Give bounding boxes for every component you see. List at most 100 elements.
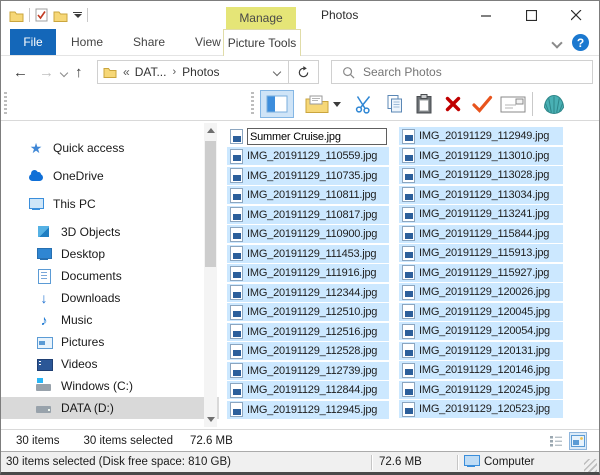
sidebar-item-quick-access[interactable]: Quick access xyxy=(1,137,219,159)
sidebar-item-label: Windows (C:) xyxy=(61,379,134,393)
file-item[interactable]: IMG_20191129_111916.jpg xyxy=(227,264,389,282)
breadcrumb-parent[interactable]: DAT... xyxy=(135,65,167,79)
breadcrumb-collapsed[interactable]: « xyxy=(123,65,130,79)
file-item[interactable]: IMG_20191129_110811.jpg xyxy=(227,186,389,204)
tab-home[interactable]: Home xyxy=(56,29,118,55)
check-button[interactable] xyxy=(467,90,497,118)
tab-share[interactable]: Share xyxy=(118,29,180,55)
sidebar-item-downloads[interactable]: Downloads xyxy=(1,287,219,309)
back-button[interactable]: ← xyxy=(13,65,28,80)
help-button[interactable]: ? xyxy=(572,34,589,51)
sidebar-item-onedrive[interactable]: OneDrive xyxy=(1,165,219,187)
sidebar-item-pictures[interactable]: Pictures xyxy=(1,331,219,353)
sidebar-item-music[interactable]: Music xyxy=(1,309,219,331)
file-item[interactable]: IMG_20191129_111453.jpg xyxy=(227,244,389,263)
file-item[interactable]: IMG_20191129_120045.jpg xyxy=(399,302,563,321)
resize-grip[interactable] xyxy=(584,459,597,472)
sidebar-item-desktop[interactable]: Desktop xyxy=(1,243,219,265)
navigation-pane-toggle-button[interactable] xyxy=(260,90,294,118)
new-folder-icon[interactable] xyxy=(53,9,68,22)
file-item[interactable]: IMG_20191129_113241.jpg xyxy=(399,205,563,223)
sidebar-item-3d-objects[interactable]: 3D Objects xyxy=(1,221,219,243)
new-folder-dropdown-icon[interactable] xyxy=(333,101,341,107)
file-item[interactable]: IMG_20191129_110559.jpg xyxy=(227,147,389,165)
file-item[interactable]: IMG_20191129_115844.jpg xyxy=(399,224,563,243)
image-file-icon xyxy=(230,207,243,222)
search-box[interactable]: Search Photos xyxy=(331,60,593,84)
file-item[interactable]: IMG_20191129_112510.jpg xyxy=(227,303,389,321)
image-file-icon xyxy=(230,285,243,300)
sidebar-item-this-pc[interactable]: This PC xyxy=(1,193,219,215)
delete-button[interactable] xyxy=(440,90,466,118)
classic-shell-button[interactable] xyxy=(538,90,570,118)
sidebar-item-data-d[interactable]: DATA (D:) xyxy=(1,397,219,419)
email-button[interactable] xyxy=(496,90,530,118)
sidebar-item-windows-c[interactable]: Windows (C:) xyxy=(1,375,219,397)
toolbar-drag-handle[interactable] xyxy=(4,92,7,116)
file-item[interactable]: IMG_20191129_120245.jpg xyxy=(399,380,563,399)
file-item[interactable]: IMG_20191129_110900.jpg xyxy=(227,225,389,243)
image-file-icon xyxy=(230,343,243,359)
forward-button[interactable]: → xyxy=(39,65,54,80)
file-item[interactable]: IMG_20191129_120131.jpg xyxy=(399,341,563,360)
new-folder-button[interactable] xyxy=(301,90,345,118)
address-dropdown-icon[interactable] xyxy=(272,67,282,77)
file-item[interactable]: IMG_20191129_112949.jpg xyxy=(399,127,563,145)
file-name: IMG_20191129_120523.jpg xyxy=(419,403,550,415)
file-item[interactable]: IMG_20191129_120026.jpg xyxy=(399,283,563,301)
recent-locations-icon[interactable] xyxy=(59,68,69,78)
folder-icon[interactable] xyxy=(9,9,24,22)
refresh-button[interactable] xyxy=(288,61,318,83)
file-item[interactable]: IMG_20191129_120146.jpg xyxy=(399,361,563,379)
properties-icon[interactable] xyxy=(35,8,48,22)
toolbar-drag-handle[interactable] xyxy=(251,92,254,116)
image-file-icon xyxy=(230,148,243,164)
file-item[interactable]: IMG_20191129_112344.jpg xyxy=(227,283,389,302)
customize-qat-dropdown-icon[interactable] xyxy=(73,11,82,19)
sidebar-scrollbar[interactable] xyxy=(204,123,217,427)
cloud-icon xyxy=(28,168,44,184)
scroll-down-icon[interactable] xyxy=(207,417,215,422)
address-bar[interactable]: « DAT... › Photos xyxy=(97,60,319,84)
file-item[interactable]: IMG_20191129_115913.jpg xyxy=(399,244,563,262)
drive-icon xyxy=(36,400,52,416)
cut-button[interactable] xyxy=(350,90,378,118)
file-item[interactable]: IMG_20191129_112945.jpg xyxy=(227,400,389,419)
maximize-button[interactable] xyxy=(509,1,554,29)
details-view-button[interactable] xyxy=(547,432,565,450)
close-button[interactable] xyxy=(554,1,599,29)
breadcrumb-current[interactable]: Photos xyxy=(182,65,219,79)
file-item[interactable]: IMG_20191129_120523.jpg xyxy=(399,400,563,418)
file-item[interactable]: IMG_20191129_115927.jpg xyxy=(399,263,563,282)
title-bar: Manage Photos xyxy=(1,1,599,29)
thumbnail-view-button[interactable] xyxy=(569,432,587,450)
up-button[interactable]: ↑ xyxy=(75,65,83,80)
file-item[interactable]: IMG_20191129_113010.jpg xyxy=(399,146,563,165)
file-item[interactable]: IMG_20191129_120054.jpg xyxy=(399,322,563,340)
copy-button[interactable] xyxy=(381,90,409,118)
image-file-icon xyxy=(230,129,243,144)
sidebar-item-label: Documents xyxy=(61,269,122,283)
file-item[interactable]: IMG_20191129_112739.jpg xyxy=(227,361,389,380)
file-item[interactable]: IMG_20191129_112528.jpg xyxy=(227,342,389,360)
scroll-up-icon[interactable] xyxy=(207,128,215,133)
paste-button[interactable] xyxy=(411,90,437,118)
file-item[interactable]: IMG_20191129_112516.jpg xyxy=(227,322,389,341)
file-item[interactable]: IMG_20191129_112844.jpg xyxy=(227,381,389,399)
rename-input[interactable] xyxy=(247,128,387,145)
sidebar-item-videos[interactable]: Videos xyxy=(1,353,219,375)
scrollbar-thumb[interactable] xyxy=(205,141,216,267)
file-item[interactable]: IMG_20191129_113034.jpg xyxy=(399,185,563,204)
file-item-renaming[interactable] xyxy=(227,127,389,146)
address-bar-row: ← → ↑ « DAT... › Photos Search Photos xyxy=(1,56,599,88)
file-item[interactable]: IMG_20191129_113028.jpg xyxy=(399,166,563,184)
manage-tab-header[interactable]: Manage xyxy=(226,7,296,29)
tab-file[interactable]: File xyxy=(10,29,56,55)
minimize-button[interactable] xyxy=(464,1,509,29)
expand-ribbon-icon[interactable] xyxy=(551,37,563,49)
file-item[interactable]: IMG_20191129_110817.jpg xyxy=(227,205,389,224)
sidebar-item-documents[interactable]: Documents xyxy=(1,265,219,287)
file-item[interactable]: IMG_20191129_110735.jpg xyxy=(227,166,389,185)
video-icon xyxy=(36,356,53,372)
tab-picture-tools[interactable]: Picture Tools xyxy=(223,29,301,56)
